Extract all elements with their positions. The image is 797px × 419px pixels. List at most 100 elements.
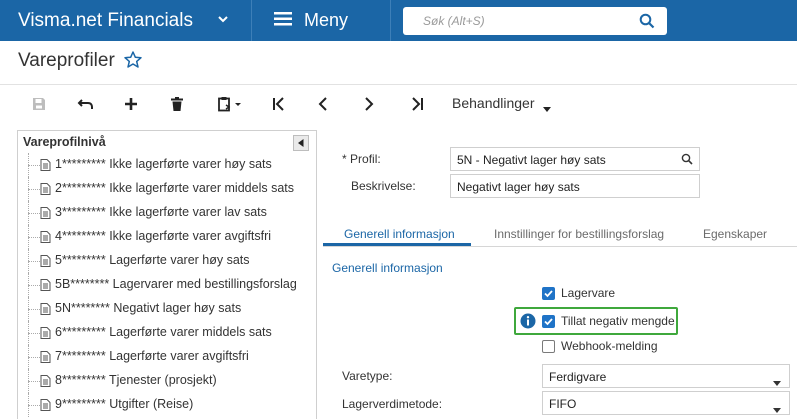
tree-connector bbox=[28, 333, 40, 334]
tree-item[interactable]: 5N******** Negativt lager høy sats bbox=[18, 297, 316, 321]
valuation-value: FIFO bbox=[549, 397, 577, 411]
tree-connector bbox=[28, 261, 40, 262]
collapse-panel-button[interactable] bbox=[293, 135, 309, 151]
document-icon bbox=[40, 399, 51, 414]
tree-connector bbox=[28, 405, 40, 406]
delete-icon[interactable] bbox=[164, 93, 190, 115]
tree-connector bbox=[28, 189, 40, 190]
tree-item-label: 4********* Ikke lagerførte varer avgifts… bbox=[55, 229, 272, 243]
add-icon[interactable] bbox=[118, 93, 144, 115]
tree-item[interactable]: 4********* Ikke lagerførte varer avgifts… bbox=[18, 225, 316, 249]
tree-header: Vareprofilnivå bbox=[18, 131, 316, 153]
tab-general-info[interactable]: Generell informasjon bbox=[344, 227, 455, 241]
profile-label: * Profil: bbox=[342, 152, 381, 166]
caret-down-icon bbox=[543, 101, 551, 115]
profile-field[interactable]: 5N - Negativt lager høy sats bbox=[450, 147, 700, 171]
webhook-checkbox[interactable] bbox=[542, 339, 555, 353]
tree-item-label: 2********* Ikke lagerførte varer middels… bbox=[55, 181, 294, 195]
tree-connector bbox=[28, 285, 40, 286]
next-record-icon[interactable] bbox=[356, 93, 382, 115]
top-bar: Visma.net Financials Meny bbox=[0, 0, 797, 41]
tree-item-label: 5B******** Lagervarer med bestillingsfor… bbox=[55, 277, 297, 291]
menu-button[interactable]: Meny bbox=[251, 0, 391, 41]
profile-value: 5N - Negativt lager høy sats bbox=[457, 153, 606, 167]
actions-menu-button[interactable]: Behandlinger bbox=[452, 95, 535, 111]
document-icon bbox=[40, 303, 51, 318]
active-tab-indicator bbox=[323, 243, 471, 246]
tree-connector bbox=[28, 165, 40, 166]
chevron-down-icon bbox=[216, 12, 230, 29]
page-title: Vareprofiler bbox=[18, 50, 115, 71]
tree-item[interactable]: 5********* Lagerførte varer høy sats bbox=[18, 249, 316, 273]
description-value: Negativt lager høy sats bbox=[457, 180, 580, 194]
tree-item[interactable]: 3********* Ikke lagerførte varer lav sat… bbox=[18, 201, 316, 225]
app-title: Visma.net Financials bbox=[18, 9, 193, 31]
tree-item-label: 9********* Utgifter (Reise) bbox=[55, 397, 194, 411]
hamburger-icon bbox=[274, 12, 292, 29]
stock-item-checkbox-row[interactable]: Lagervare bbox=[542, 284, 615, 302]
tree-item-label: 5N******** Negativt lager høy sats bbox=[55, 301, 242, 315]
info-icon[interactable] bbox=[520, 313, 536, 332]
tree-title: Vareprofilnivå bbox=[23, 135, 106, 149]
company-switcher[interactable]: Visma.net Financials bbox=[0, 0, 250, 41]
description-field[interactable]: Negativt lager høy sats bbox=[450, 174, 700, 198]
allow-negative-label: Tillat negativ mengde bbox=[561, 314, 675, 328]
tree-item[interactable]: 6********* Lagerførte varer middels sats bbox=[18, 321, 316, 345]
tree-item-label: 1********* Ikke lagerførte varer høy sat… bbox=[55, 157, 272, 171]
document-icon bbox=[40, 231, 51, 246]
tree-item[interactable]: 9********* Utgifter (Reise) bbox=[18, 393, 316, 417]
global-search bbox=[403, 7, 667, 35]
tree-item-label: 3********* Ikke lagerførte varer lav sat… bbox=[55, 205, 267, 219]
menu-label: Meny bbox=[304, 10, 349, 30]
search-input[interactable] bbox=[403, 7, 633, 35]
profile-tree: Vareprofilnivå 1********* Ikke lagerført… bbox=[17, 130, 317, 419]
tree-connector bbox=[28, 309, 40, 310]
first-record-icon[interactable] bbox=[266, 93, 292, 115]
tree-item[interactable]: 5B******** Lagervarer med bestillingsfor… bbox=[18, 273, 316, 297]
valuation-select[interactable]: FIFO bbox=[542, 391, 790, 415]
toolbar: Behandlinger bbox=[0, 86, 797, 122]
previous-record-icon[interactable] bbox=[310, 93, 336, 115]
stock-item-checkbox[interactable] bbox=[542, 286, 555, 300]
section-title: Generell informasjon bbox=[332, 261, 443, 275]
allow-negative-checkbox[interactable] bbox=[542, 314, 555, 328]
tree-connector bbox=[28, 213, 40, 214]
document-icon bbox=[40, 159, 51, 174]
last-record-icon[interactable] bbox=[404, 93, 430, 115]
document-icon bbox=[40, 255, 51, 270]
webhook-label: Webhook-melding bbox=[561, 339, 658, 353]
item-type-select[interactable]: Ferdigvare bbox=[542, 364, 790, 388]
search-icon[interactable] bbox=[681, 153, 693, 168]
document-icon bbox=[40, 207, 51, 222]
search-icon[interactable] bbox=[639, 13, 655, 32]
tab-bar: Generell informasjon Innstillinger for b… bbox=[323, 221, 797, 247]
valuation-label: Lagerverdimetode: bbox=[342, 397, 443, 411]
tree-item[interactable]: 8********* Tjenester (prosjekt) bbox=[18, 369, 316, 393]
tree-connector bbox=[28, 357, 40, 358]
tree-item-label: 8********* Tjenester (prosjekt) bbox=[55, 373, 217, 387]
tree-connector bbox=[28, 237, 40, 238]
clipboard-icon[interactable] bbox=[212, 93, 248, 115]
tab-reorder-settings[interactable]: Innstillinger for bestillingsforslag bbox=[494, 227, 664, 241]
star-icon[interactable] bbox=[123, 50, 143, 73]
undo-icon[interactable] bbox=[73, 93, 99, 115]
allow-negative-checkbox-row[interactable]: Tillat negativ mengde bbox=[542, 312, 675, 330]
stock-item-label: Lagervare bbox=[561, 286, 616, 300]
caret-down-icon bbox=[773, 375, 781, 389]
webhook-checkbox-row[interactable]: Webhook-melding bbox=[542, 337, 658, 355]
document-icon bbox=[40, 327, 51, 342]
tree-item[interactable]: 7********* Lagerførte varer avgiftsfri bbox=[18, 345, 316, 369]
tab-attributes[interactable]: Egenskaper bbox=[703, 227, 767, 241]
page-title-row: Vareprofiler bbox=[0, 41, 797, 85]
document-icon bbox=[40, 351, 51, 366]
tree-item-label: 7********* Lagerførte varer avgiftsfri bbox=[55, 349, 249, 363]
description-label: Beskrivelse: bbox=[351, 179, 416, 193]
item-type-label: Varetype: bbox=[342, 369, 393, 383]
tree-item[interactable]: 1********* Ikke lagerførte varer høy sat… bbox=[18, 153, 316, 177]
tree-item-label: 5********* Lagerførte varer høy sats bbox=[55, 253, 250, 267]
tree-item-label: 6********* Lagerførte varer middels sats bbox=[55, 325, 272, 339]
document-icon bbox=[40, 375, 51, 390]
document-icon bbox=[40, 183, 51, 198]
save-icon[interactable] bbox=[26, 93, 52, 115]
tree-item[interactable]: 2********* Ikke lagerførte varer middels… bbox=[18, 177, 316, 201]
